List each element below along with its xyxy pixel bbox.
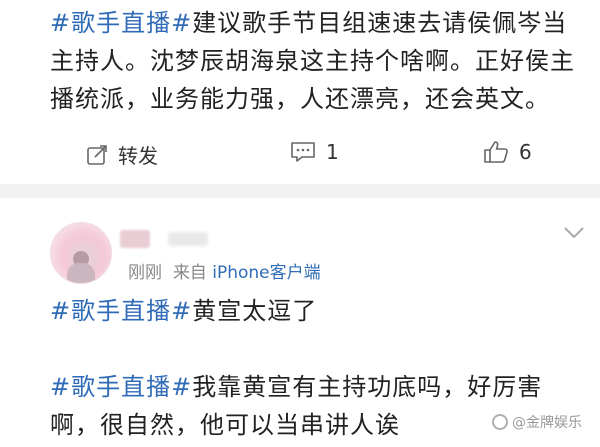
watermark: @金牌娱乐 (492, 412, 582, 432)
source-prefix: 来自 (172, 263, 207, 283)
repost-label: 转发 (118, 144, 158, 168)
post-text: #歌手直播#我靠黄宣有主持功底吗，好厉害啊，很自然，他可以当串讲人诶 (50, 368, 590, 444)
action-bar: 转发 1 6 (0, 140, 600, 172)
post-text: #歌手直播#黄宣太逗了 (50, 292, 590, 330)
like-button[interactable]: 6 (483, 140, 532, 164)
blurred-badge (168, 232, 208, 246)
watermark-logo-icon (492, 414, 508, 430)
avatar[interactable] (50, 222, 112, 284)
post-time: 刚刚 (128, 263, 162, 283)
hashtag-link[interactable]: #歌手直播# (50, 297, 192, 325)
hashtag-link[interactable]: #歌手直播# (50, 9, 192, 37)
chevron-down-icon[interactable] (563, 226, 585, 240)
blurred-username (120, 230, 150, 248)
hashtag-link[interactable]: #歌手直播# (50, 373, 192, 401)
comment-button[interactable]: 1 (290, 140, 339, 164)
section-divider (0, 184, 600, 198)
thumbs-up-icon (484, 141, 508, 163)
post-meta: 刚刚 来自 iPhone客户端 (128, 258, 321, 283)
share-icon (87, 144, 107, 165)
avatar-body (67, 263, 95, 283)
post-text: #歌手直播#建议歌手节目组速速去请侯佩岑当主持人。沈梦辰胡海泉这主持个啥啊。正好… (50, 4, 590, 118)
like-count: 6 (519, 140, 532, 164)
repost-button[interactable]: 转发 (86, 140, 158, 169)
post-body: 黄宣太逗了 (192, 297, 318, 325)
source-link[interactable]: iPhone客户端 (212, 263, 320, 283)
comment-icon (291, 142, 315, 162)
watermark-text: @金牌娱乐 (512, 415, 582, 431)
comment-count: 1 (326, 140, 339, 164)
